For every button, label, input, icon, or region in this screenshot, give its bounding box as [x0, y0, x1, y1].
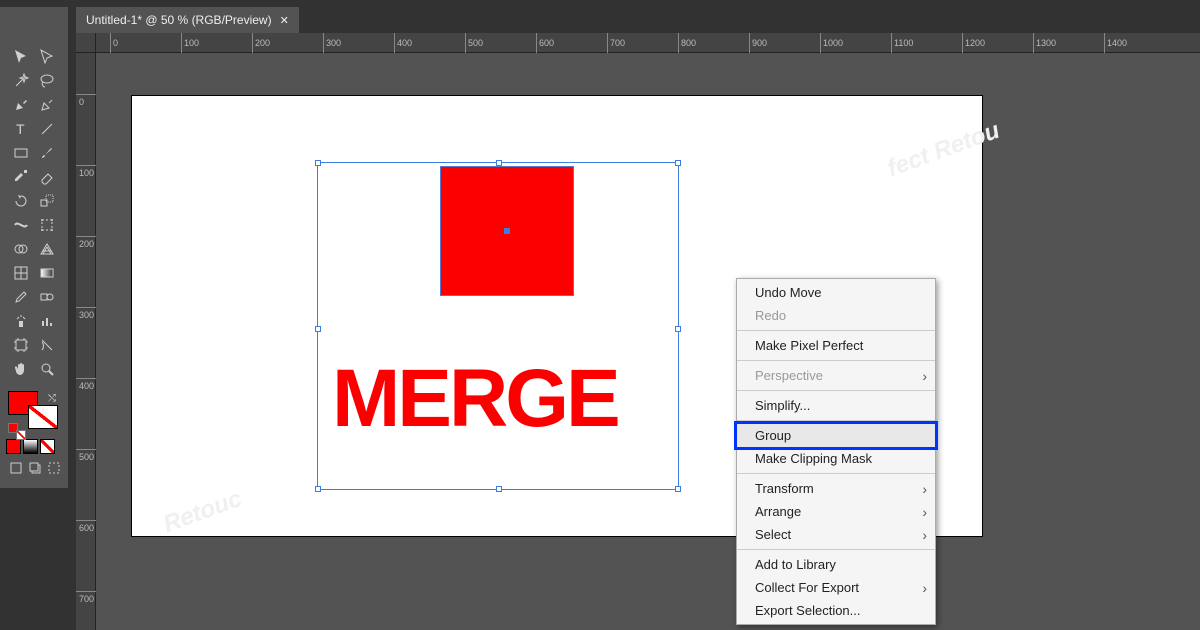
document-tab[interactable]: Untitled-1* @ 50 % (RGB/Preview) ✕: [76, 7, 299, 33]
shaper-tool[interactable]: [8, 165, 34, 189]
ctx-group[interactable]: Group: [737, 424, 935, 447]
draw-behind-icon[interactable]: [27, 460, 42, 476]
symbol-sprayer-tool[interactable]: [8, 309, 34, 333]
rectangle-tool[interactable]: [8, 141, 34, 165]
curvature-tool[interactable]: [34, 93, 60, 117]
resize-handle-s[interactable]: [496, 486, 502, 492]
resize-handle-n[interactable]: [496, 160, 502, 166]
ctx-select[interactable]: Select: [737, 523, 935, 546]
ctx-transform[interactable]: Transform: [737, 477, 935, 500]
perspective-grid-tool[interactable]: [34, 237, 60, 261]
width-tool[interactable]: [8, 213, 34, 237]
resize-handle-nw[interactable]: [315, 160, 321, 166]
gradient-mode-icon[interactable]: [23, 439, 38, 454]
resize-handle-se[interactable]: [675, 486, 681, 492]
ctx-add-to-library[interactable]: Add to Library: [737, 553, 935, 576]
tab-title: Untitled-1* @ 50 % (RGB/Preview): [86, 13, 272, 27]
draw-inside-icon[interactable]: [47, 460, 62, 476]
ctx-separator: [737, 549, 935, 550]
gradient-tool[interactable]: [34, 261, 60, 285]
resize-handle-sw[interactable]: [315, 486, 321, 492]
ctx-perspective: Perspective: [737, 364, 935, 387]
horizontal-ruler: 0 100 200 300 400 500 600 700 800 900 10…: [76, 33, 1200, 53]
free-transform-tool[interactable]: [34, 213, 60, 237]
magic-wand-tool[interactable]: [8, 69, 34, 93]
ctx-separator: [737, 420, 935, 421]
resize-handle-ne[interactable]: [675, 160, 681, 166]
ctx-arrange[interactable]: Arrange: [737, 500, 935, 523]
direct-selection-tool[interactable]: [34, 45, 60, 69]
swap-fill-stroke-icon[interactable]: ⤭: [48, 393, 56, 404]
column-graph-tool[interactable]: [34, 309, 60, 333]
vertical-ruler: 0 100 200 300 400 500 600 700: [76, 53, 96, 630]
shape-builder-tool[interactable]: [8, 237, 34, 261]
eraser-tool[interactable]: [34, 165, 60, 189]
ctx-make-clipping-mask[interactable]: Make Clipping Mask: [737, 447, 935, 470]
resize-handle-e[interactable]: [675, 326, 681, 332]
ctx-separator: [737, 330, 935, 331]
ctx-simplify[interactable]: Simplify...: [737, 394, 935, 417]
watermark-text: fect Retou: [883, 117, 1003, 183]
ctx-separator: [737, 473, 935, 474]
ctx-redo: Redo: [737, 304, 935, 327]
type-tool[interactable]: T: [8, 117, 34, 141]
pen-tool[interactable]: [8, 93, 34, 117]
watermark-text: Retouc: [160, 485, 246, 539]
tool-panel: T ⤭: [0, 7, 68, 488]
ctx-export-selection[interactable]: Export Selection...: [737, 599, 935, 622]
ctx-separator: [737, 390, 935, 391]
svg-text:T: T: [16, 121, 25, 137]
none-mode-icon[interactable]: [40, 439, 55, 454]
ctx-collect-for-export[interactable]: Collect For Export: [737, 576, 935, 599]
blend-tool[interactable]: [34, 285, 60, 309]
resize-handle-w[interactable]: [315, 326, 321, 332]
eyedropper-tool[interactable]: [8, 285, 34, 309]
ctx-separator: [737, 360, 935, 361]
slice-tool[interactable]: [34, 333, 60, 357]
fill-stroke-swatches[interactable]: ⤭: [6, 391, 62, 435]
ctx-undo[interactable]: Undo Move: [737, 281, 935, 304]
artboard-tool[interactable]: [8, 333, 34, 357]
close-tab-icon[interactable]: ✕: [280, 14, 289, 27]
line-segment-tool[interactable]: [34, 117, 60, 141]
lasso-tool[interactable]: [34, 69, 60, 93]
ctx-make-pixel-perfect[interactable]: Make Pixel Perfect: [737, 334, 935, 357]
context-menu: Undo Move Redo Make Pixel Perfect Perspe…: [736, 278, 936, 625]
selection-tool[interactable]: [8, 45, 34, 69]
rotate-tool[interactable]: [8, 189, 34, 213]
hand-tool[interactable]: [8, 357, 34, 381]
draw-normal-icon[interactable]: [8, 460, 23, 476]
selection-bounding-box[interactable]: [317, 162, 679, 490]
paintbrush-tool[interactable]: [34, 141, 60, 165]
color-mode-icon[interactable]: [6, 439, 21, 454]
stroke-swatch[interactable]: [28, 405, 58, 429]
zoom-tool[interactable]: [34, 357, 60, 381]
canvas-viewport[interactable]: Retouc fect Retou MERGE Undo Move Redo M…: [96, 53, 1200, 630]
mesh-tool[interactable]: [8, 261, 34, 285]
scale-tool[interactable]: [34, 189, 60, 213]
object-center-point[interactable]: [504, 228, 510, 234]
ruler-origin[interactable]: [76, 33, 96, 53]
default-fill-stroke-icon-2: [16, 430, 26, 440]
